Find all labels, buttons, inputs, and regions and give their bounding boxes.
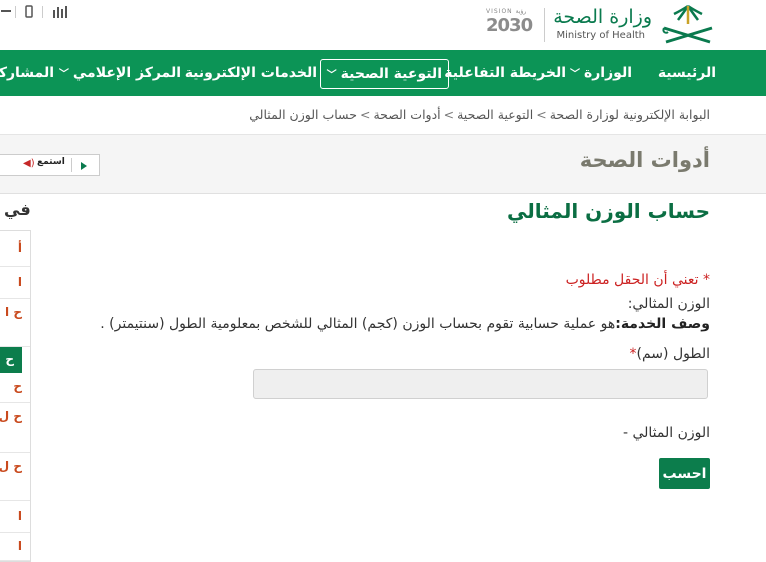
height-label: الطول (سم)* [630,346,710,362]
nav-eservices[interactable]: الخدمات الإلكترونية [185,50,317,96]
nav-ministry[interactable]: الوزارة﹀ [570,50,632,96]
logo-divider [544,8,545,42]
sidebar-item[interactable]: ا [0,267,30,299]
breadcrumb-separator: > [536,107,547,122]
sidebar-item-label: ح ل [0,459,22,473]
breadcrumb-separator: > [443,107,455,122]
calculate-button[interactable]: احسب [659,458,710,489]
breadcrumb-health-tools[interactable]: أدوات الصحة [373,107,440,122]
sidebar-heading: في [4,200,31,219]
vision-caption: VISION رؤية [486,8,527,15]
sidebar-item[interactable]: أ [0,231,30,267]
sidebar-item[interactable]: ح ل [0,403,30,453]
form-title: حساب الوزن المثالي [507,199,710,223]
sidebar-item[interactable]: ح ا [0,299,30,347]
vision-year: 2030 [486,15,533,36]
listen-label: استمع [37,157,65,167]
nav-participation[interactable]: المشاركة [0,50,54,96]
service-description: وصف الخدمة:هو عملية حسابية تقوم بحساب ال… [100,316,710,332]
mobile-icon[interactable] [21,4,37,20]
height-label-text: الطول (سم) [636,346,710,362]
chevron-down-icon: ﹀ [58,69,69,80]
ideal-weight-result: الوزن المثالي - [622,425,710,441]
sidebar-item[interactable]: ا [0,533,30,561]
ministry-name-ar: وزارة الصحة [553,6,652,28]
nav-participation-label: المشاركة [0,65,54,81]
nav-interactive-map[interactable]: الخريطة التفاعلية [444,50,566,96]
sidebar-item[interactable]: ا [0,501,30,533]
sidebar-item-label: ح [5,352,14,366]
play-button[interactable] [71,158,94,172]
sidebar-item-active[interactable]: ح [0,347,22,373]
listen-player[interactable]: استمع ◀) [0,154,100,176]
sidebar-item-label: ح ل [0,409,22,423]
sidebar-item-label: ا [17,275,22,289]
site-header: وزارة الصحة Ministry of Health VISION رؤ… [0,0,766,50]
chevron-down-icon: ﹀ [569,69,580,80]
sidebar-item-label: أ [17,241,22,255]
required-mark: * [629,346,637,362]
speaker-icon: ◀) [23,158,35,169]
nav-awareness-label: التوعية الصحية [340,66,442,82]
height-input[interactable] [253,369,708,399]
page-title: أدوات الصحة [579,148,710,172]
play-icon [81,162,87,170]
accessibility-icon[interactable] [0,4,16,20]
sidebar-item-label: ا [17,539,22,553]
nav-media-label: المركز الإعلامي [72,65,181,81]
service-name: الوزن المثالي: [627,296,710,312]
tool-separator [15,6,16,18]
sidebar-item[interactable]: ح [0,373,30,403]
breadcrumb-awareness[interactable]: التوعية الصحية [457,107,533,122]
nav-home[interactable]: الرئيسية [658,50,716,96]
main-nav: الرئيسية الوزارة﹀ الخريطة التفاعلية التو… [0,50,766,96]
nav-eservices-label: الخدمات الإلكترونية [184,65,317,81]
nav-map-label: الخريطة التفاعلية [444,65,566,81]
nav-media-center[interactable]: المركز الإعلامي﹀ [59,50,181,96]
sidebar-item-label: ح [13,379,22,393]
vision-2030-logo: VISION رؤية 2030 [486,8,538,44]
service-desc-label: وصف الخدمة: [615,316,710,332]
sidebar-menu: أ ا ح ا ح ح ح ل ح ل ا ا [0,230,31,562]
chevron-down-icon: ﹀ [326,70,337,81]
tool-separator [42,6,43,18]
sidebar-item-label: ح ا [5,305,22,319]
ministry-name-en: Ministry of Health [556,30,645,41]
service-desc-text: هو عملية حسابية تقوم بحساب الوزن (كجم) ا… [100,316,616,332]
sidebar-item-label: ا [17,509,22,523]
breadcrumb-separator: > [359,107,371,122]
nav-home-label: الرئيسية [657,65,716,81]
breadcrumb-portal[interactable]: البوابة الإلكترونية لوزارة الصحة [550,107,710,122]
sidebar-item[interactable]: ح ل [0,453,30,501]
breadcrumb-current: حساب الوزن المثالي [249,107,357,122]
nav-health-awareness[interactable]: التوعية الصحية﹀ [319,59,449,89]
stats-icon[interactable] [52,4,68,20]
required-note: * تعني أن الحقل مطلوب [565,272,710,288]
nav-ministry-label: الوزارة [583,65,632,81]
breadcrumb: البوابة الإلكترونية لوزارة الصحة>التوعية… [249,107,710,122]
moh-logo-icon[interactable] [654,2,722,44]
